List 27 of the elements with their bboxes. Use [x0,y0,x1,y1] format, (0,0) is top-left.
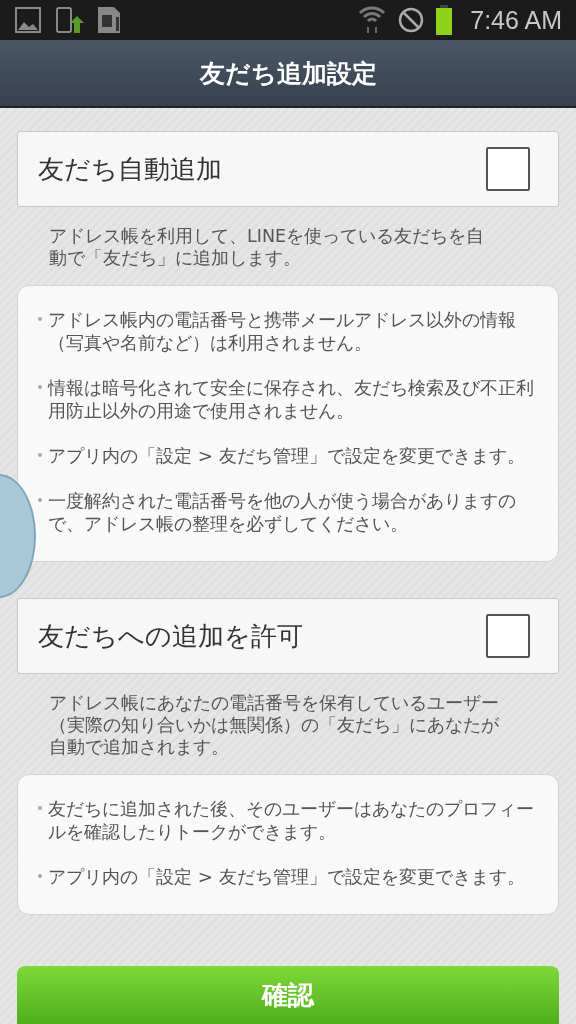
bullet-icon [38,453,42,457]
checkbox[interactable] [486,614,530,658]
wifi-icon [358,5,387,35]
screen-title: 友だち追加設定 [199,57,377,90]
clock-time: 7:46 AM [470,5,562,35]
setting-description: アドレス帳を利用して、LINEを使っている友だちを自動で「友だち」に追加します。 [49,225,486,269]
note-text: 一度解約された電話番号を他の人が使う場合がありますので、アドレス帳の整理を必ずしてください。 [48,489,517,535]
note-text: アドレス帳内の電話番号と携帯メールアドレス以外の情報（写真や名前など）は利用されません。 [48,308,517,354]
setting-description: アドレス帳にあなたの電話番号を保有しているユーザー（実際の知り合いかは無関係）の「友だち」にあなたが自動で追加されます。 [49,692,499,758]
note-text: 友だちに追加された後、そのユーザーはあなたのプロフィールを確認したりトークができます。 [48,797,535,843]
sim-card-icon [96,5,122,35]
checkbox[interactable] [486,147,530,191]
phone-upload-icon [54,5,84,35]
image-icon [14,6,42,34]
no-entry-icon [398,7,425,33]
battery-icon [436,5,453,35]
bullet-icon [38,806,42,810]
setting-title: 友だちへの追加を許可 [38,619,303,653]
note-text: 情報は暗号化されて安全に保存され、友だち検索及び不正利用防止以外の用途で使用されません。 [48,376,535,422]
bullet-icon [38,385,42,389]
bullet-icon [38,317,42,321]
note-text: アプリ内の「設定 > 友だち管理」で設定を変更できます。 [48,865,525,888]
bullet-icon [38,498,42,502]
note-text: アプリ内の「設定 > 友だち管理」で設定を変更できます。 [48,444,525,467]
confirm-button[interactable]: 確認 [17,966,559,1024]
bullet-icon [38,874,42,878]
setting-title: 友だち自動追加 [38,152,222,186]
